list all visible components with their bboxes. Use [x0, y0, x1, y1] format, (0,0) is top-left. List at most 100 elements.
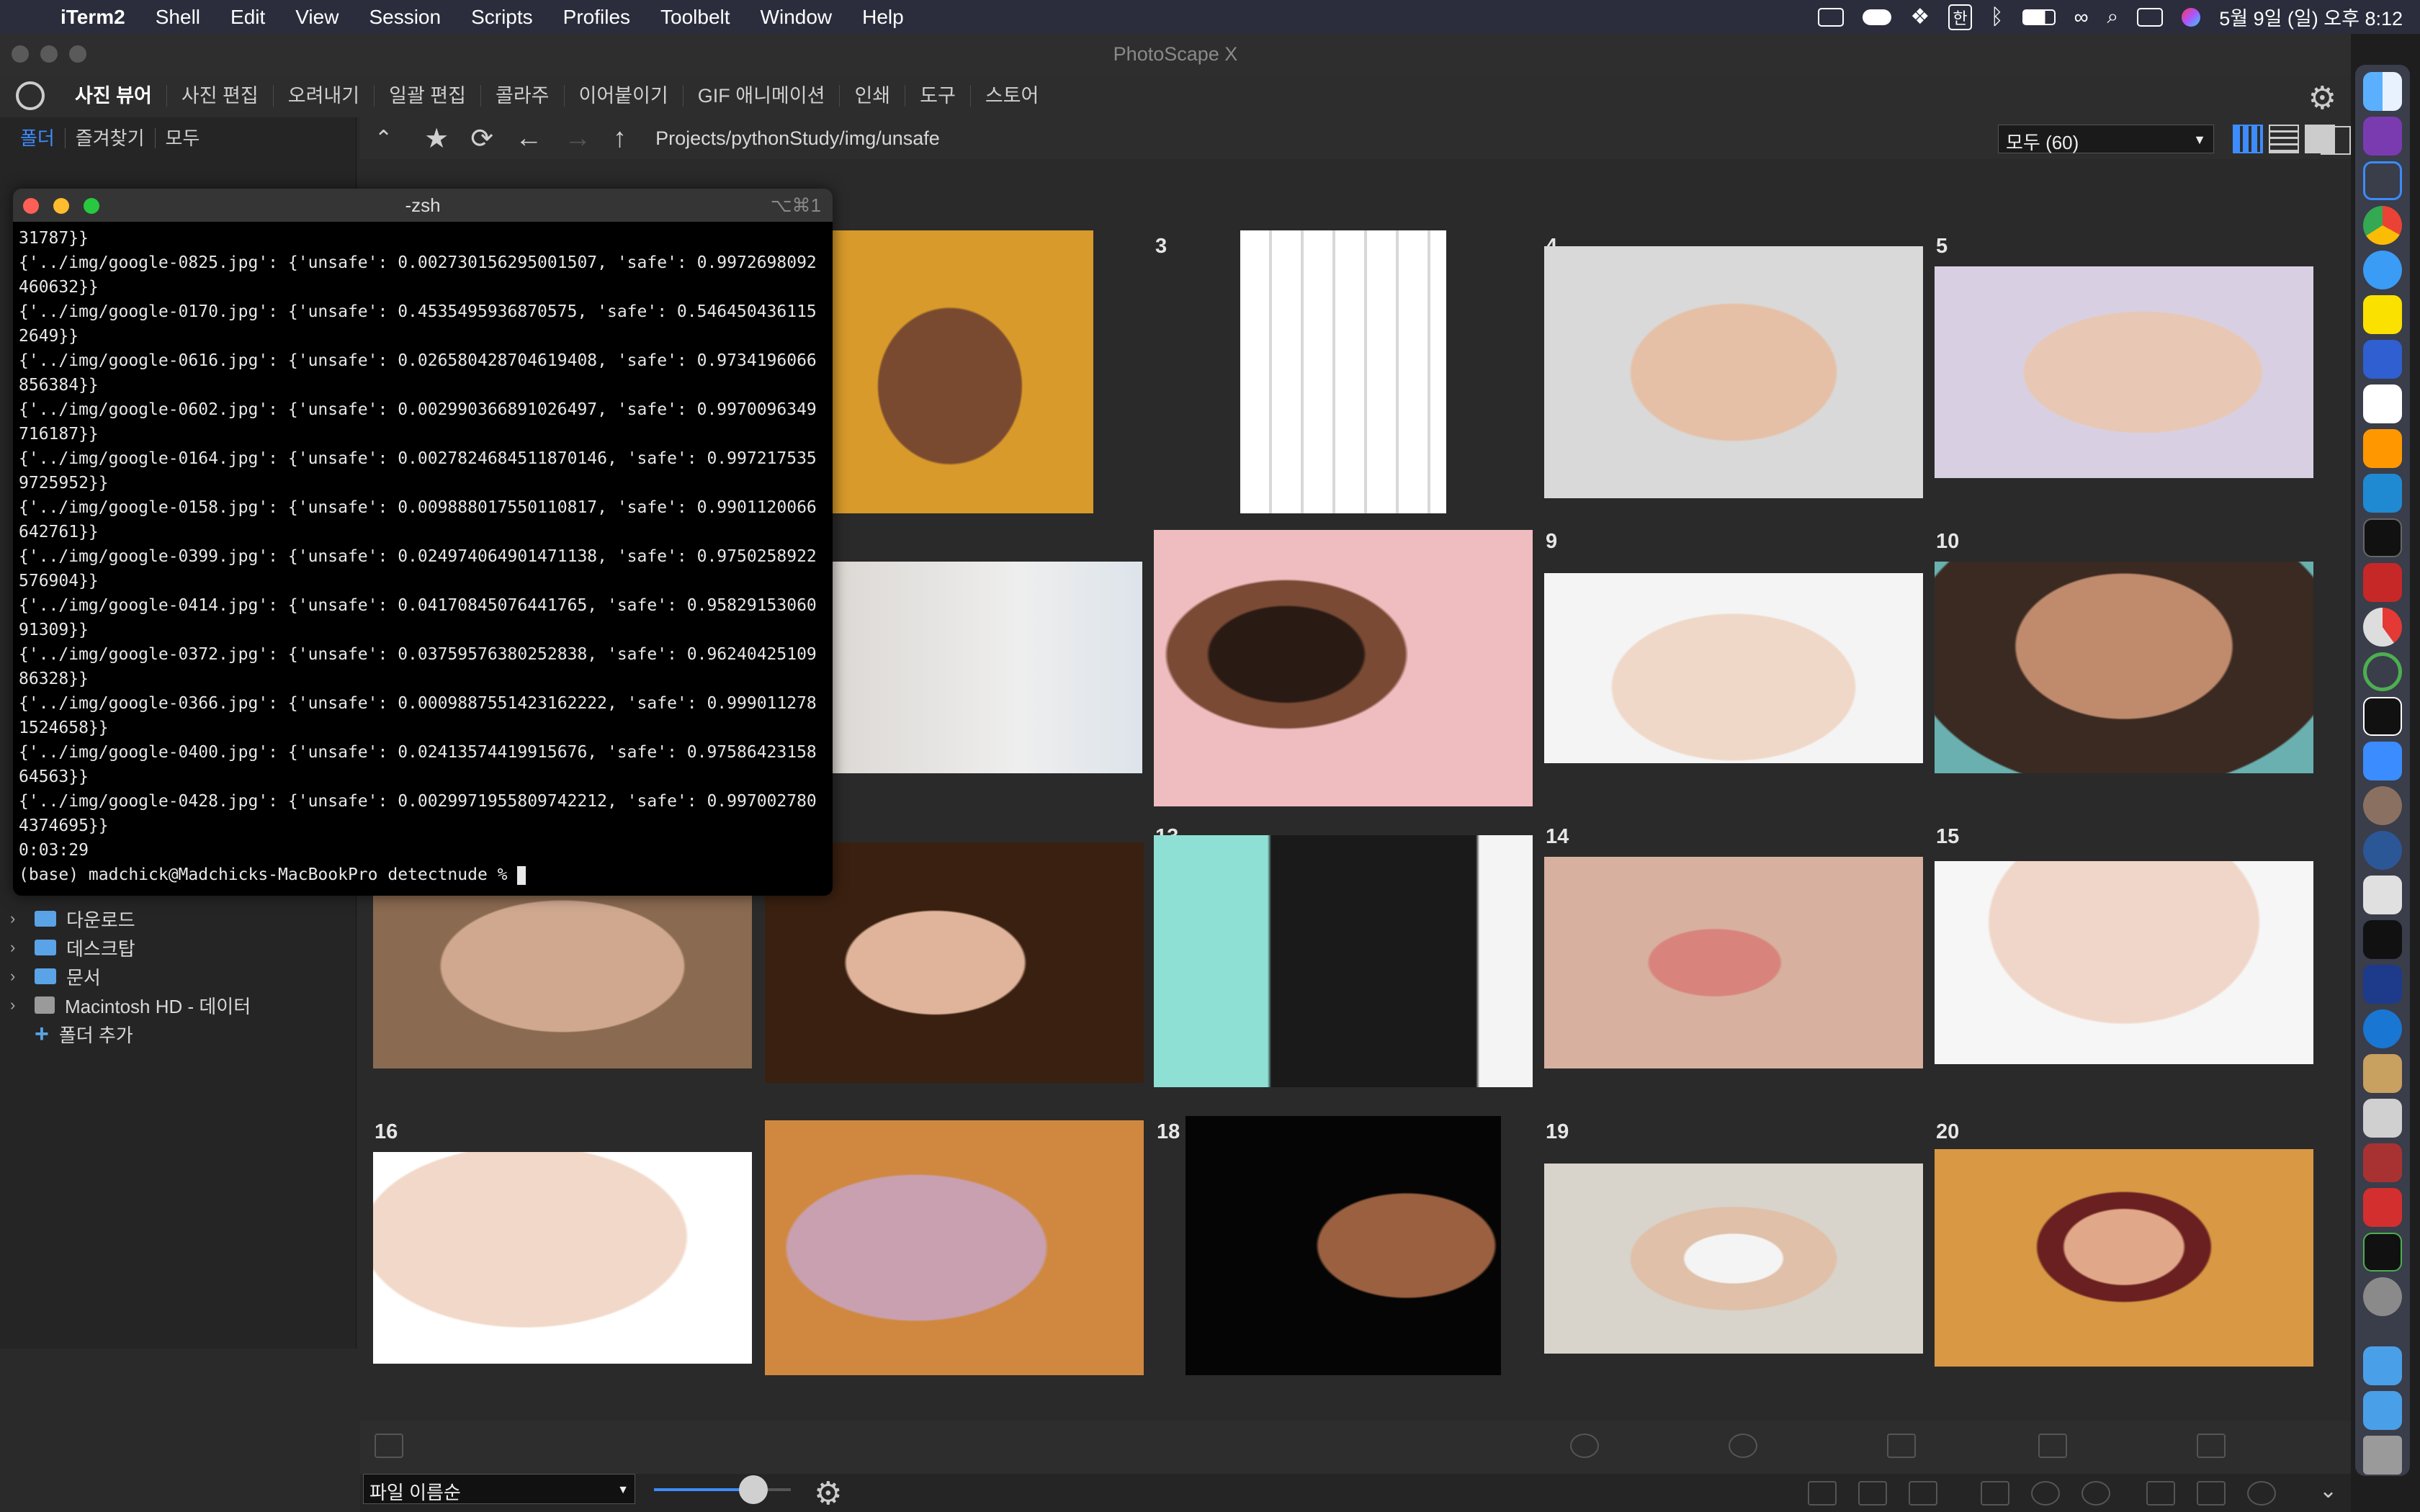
tree-item-desktop[interactable]: › 데스크탑 — [10, 934, 135, 961]
select-none-icon[interactable] — [1808, 1481, 1837, 1506]
thumbnail[interactable] — [1154, 530, 1533, 806]
trash-icon[interactable] — [1981, 1481, 2009, 1506]
dropbox-icon[interactable]: ❖ — [1910, 4, 1930, 30]
edit-icon[interactable] — [2197, 1434, 2226, 1458]
thumbnail[interactable] — [833, 562, 1142, 773]
menu-toolbelt[interactable]: Toolbelt — [660, 6, 730, 29]
filter-select[interactable]: 모두 (60) ▼ — [1998, 125, 2214, 153]
thumbnail[interactable] — [373, 1152, 752, 1364]
calculator-icon[interactable] — [2363, 1099, 2402, 1138]
downloads-folder-icon[interactable] — [2363, 1391, 2402, 1430]
thumbnail[interactable] — [833, 230, 1093, 513]
thumbnail[interactable] — [1240, 230, 1446, 513]
tab-gif[interactable]: GIF 애니메이션 — [684, 85, 841, 107]
settings-gear-icon[interactable]: ⚙ — [2308, 80, 2336, 117]
grid-view-icon[interactable] — [2233, 125, 2263, 153]
search-icon[interactable]: ⌕ — [2107, 5, 2119, 29]
thumbnail[interactable] — [1544, 1164, 1923, 1354]
control-center-icon[interactable] — [2137, 7, 2164, 27]
menu-view[interactable]: View — [295, 6, 339, 29]
aperture-icon[interactable] — [1729, 1434, 1757, 1458]
add-folder-button[interactable]: + 폴더 추가 — [10, 1020, 133, 1048]
back-arrow-icon[interactable]: ← — [515, 123, 542, 154]
footer-settings-gear-icon[interactable]: ⚙ — [814, 1475, 842, 1512]
chrome-icon[interactable] — [2363, 206, 2402, 245]
cloud-icon[interactable] — [1863, 9, 1892, 25]
exposure-icon[interactable] — [2038, 1434, 2067, 1458]
onenote-icon[interactable] — [2363, 117, 2402, 156]
terminal-minimize-button[interactable] — [53, 198, 69, 214]
zoom-button[interactable] — [69, 45, 86, 63]
terminal-prompt[interactable]: (base) madchick@Madchicks-MacBookPro det… — [19, 863, 827, 887]
siri-icon[interactable] — [2182, 7, 2201, 27]
camera-icon[interactable] — [375, 1434, 403, 1458]
bluetooth-icon[interactable]: ᛒ — [1991, 5, 2004, 30]
tab-combine[interactable]: 이어붙이기 — [565, 85, 684, 107]
thumbnail[interactable] — [1544, 573, 1923, 763]
fullscreen-icon[interactable] — [2321, 126, 2351, 155]
dictionary-icon[interactable] — [2363, 1143, 2402, 1182]
photoscape-icon[interactable] — [2363, 1009, 2402, 1048]
chevron-right-icon[interactable]: › — [10, 938, 24, 957]
link-icon[interactable]: ∞ — [2074, 6, 2089, 29]
slack-icon[interactable] — [2363, 384, 2402, 423]
tab-collage[interactable]: 콜라주 — [481, 85, 565, 107]
photos-icon[interactable] — [2363, 876, 2402, 914]
safari-icon[interactable] — [2363, 251, 2402, 289]
share-icon[interactable] — [2197, 1481, 2226, 1506]
thumbnail[interactable] — [1935, 562, 2313, 773]
sublime-icon[interactable] — [2363, 429, 2402, 468]
vscode-icon[interactable] — [2363, 474, 2402, 513]
iterm-icon[interactable] — [2363, 518, 2402, 557]
menu-window[interactable]: Window — [761, 6, 833, 29]
refresh-icon[interactable]: ⟳ — [470, 122, 493, 155]
menu-shell[interactable]: Shell — [156, 6, 200, 29]
chevron-right-icon[interactable]: › — [10, 996, 24, 1014]
deselect-icon[interactable] — [1909, 1481, 1937, 1506]
sidebar-tab-all[interactable]: 모두 — [156, 128, 210, 148]
system-preferences-icon[interactable] — [2363, 1277, 2402, 1316]
slider-knob[interactable] — [739, 1475, 768, 1504]
monitor-icon[interactable] — [2363, 1233, 2402, 1272]
thumbnail[interactable] — [1154, 835, 1533, 1087]
menu-profiles[interactable]: Profiles — [563, 6, 630, 29]
jetbrains-icon[interactable] — [2363, 697, 2402, 736]
activity-icon[interactable] — [2363, 608, 2402, 647]
tab-tools[interactable]: 도구 — [905, 85, 971, 107]
sidebar-tab-folders[interactable]: 폴더 — [10, 128, 66, 148]
clock[interactable]: 5월 9일 (일) 오후 8:12 — [2219, 3, 2403, 31]
sort-select[interactable]: 파일 이름순 ▼ — [363, 1474, 635, 1504]
timer-icon[interactable] — [1570, 1434, 1599, 1458]
terminal-zoom-button[interactable] — [84, 198, 99, 214]
photoscape-logo-icon[interactable] — [16, 81, 45, 110]
sync-icon[interactable] — [2363, 652, 2402, 691]
tree-item-macintosh-hd[interactable]: › Macintosh HD - 데이터 — [10, 991, 251, 1019]
screen-mirror-icon[interactable] — [1818, 7, 1845, 27]
thumbnail[interactable] — [1544, 857, 1923, 1068]
tab-viewer[interactable]: 사진 뷰어 — [60, 85, 167, 107]
mail-icon[interactable] — [2363, 742, 2402, 780]
preview-icon[interactable] — [2363, 1054, 2402, 1093]
select-all-icon[interactable] — [1858, 1481, 1887, 1506]
terminal-close-button[interactable] — [23, 198, 39, 214]
thumbnail[interactable] — [1544, 246, 1923, 498]
menu-session[interactable]: Session — [369, 6, 441, 29]
thumbnail[interactable] — [1935, 861, 2313, 1064]
thumbnail-size-slider[interactable] — [654, 1475, 791, 1504]
video-icon[interactable] — [2363, 965, 2402, 1004]
minimize-button[interactable] — [40, 45, 58, 63]
thumbnail[interactable] — [1935, 1149, 2313, 1367]
favorite-star-icon[interactable]: ★ — [424, 122, 449, 155]
rotate-left-icon[interactable] — [2031, 1481, 2060, 1506]
menu-edit[interactable]: Edit — [230, 6, 265, 29]
battery-icon[interactable] — [2022, 9, 2056, 25]
menu-help[interactable]: Help — [862, 6, 904, 29]
forward-arrow-icon[interactable]: → — [564, 123, 591, 154]
thumbnail[interactable] — [765, 1120, 1144, 1375]
collapse-up-icon[interactable]: ⌃ — [375, 126, 393, 151]
menu-scripts[interactable]: Scripts — [471, 6, 533, 29]
expand-down-icon[interactable]: ⌄ — [2319, 1478, 2337, 1503]
chevron-right-icon[interactable]: › — [10, 909, 24, 928]
applications-folder-icon[interactable] — [2363, 1346, 2402, 1385]
chevron-right-icon[interactable]: › — [10, 967, 24, 986]
